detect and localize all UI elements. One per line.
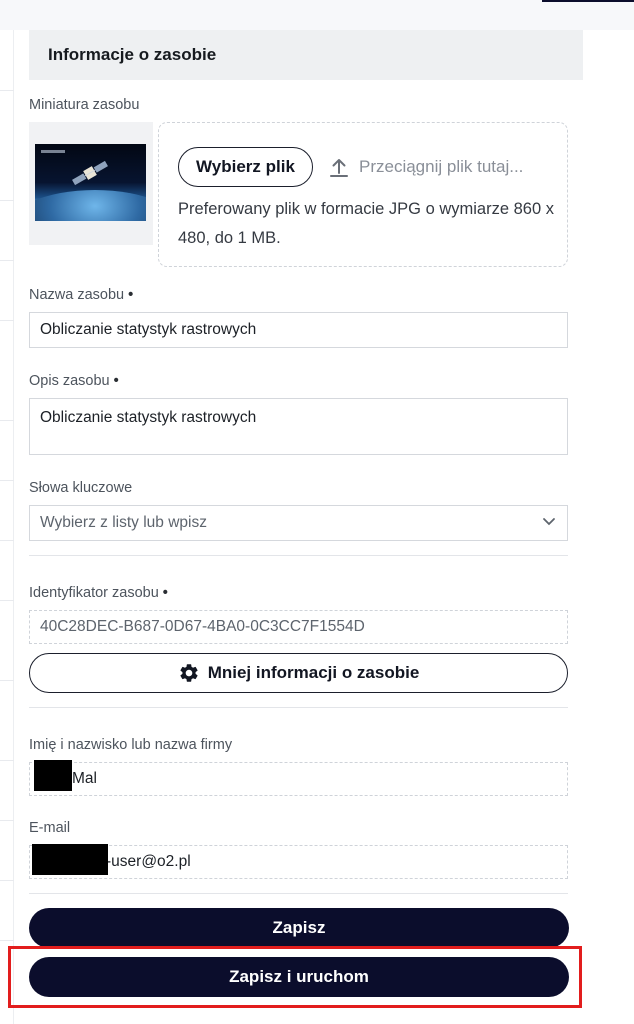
section-title: Informacje o zasobie (29, 30, 583, 80)
thumbnail-label: Miniatura zasobu (29, 97, 140, 113)
resource-description-textarea[interactable]: Obliczanie statystyk rastrowych (29, 398, 568, 455)
upload-icon (330, 159, 348, 177)
email-label: E-mail (29, 820, 71, 836)
keywords-label: Słowa kluczowe (29, 480, 133, 496)
choose-file-button[interactable]: Wybierz plik (178, 147, 313, 187)
description-label: Opis zasobu • (29, 373, 119, 389)
save-button[interactable]: Zapisz (29, 908, 569, 948)
gear-icon (180, 664, 198, 682)
less-info-button-label: Mniej informacji o zasobie (207, 663, 420, 682)
email-field[interactable]: -user@o2.pl (29, 845, 568, 879)
name-label: Nazwa zasobu • (29, 287, 134, 303)
active-tab-indicator (542, 0, 634, 2)
owner-label: Imię i nazwisko lub nazwa firmy (29, 737, 233, 753)
satellite-image (35, 144, 146, 221)
chevron-down-icon (543, 518, 555, 526)
owner-name-field[interactable]: Mal (29, 762, 568, 796)
divider (29, 555, 568, 556)
keywords-select[interactable]: Wybierz z listy lub wpisz (29, 505, 568, 541)
file-dropzone[interactable]: Wybierz plik Przeciągnij plik tutaj... P… (158, 122, 568, 267)
divider (29, 893, 568, 894)
divider (29, 707, 568, 708)
less-info-button[interactable]: Mniej informacji o zasobie (29, 653, 568, 693)
redaction-box (32, 844, 108, 875)
drag-drop-text: Przeciągnij plik tutaj... (359, 157, 524, 176)
file-hint: Preferowany plik w formacie JPG o wymiar… (178, 200, 554, 247)
identifier-label: Identyfikator zasobu • (29, 585, 168, 601)
thumbnail-preview (29, 122, 153, 245)
highlight-box (8, 946, 582, 1008)
left-gutter (0, 30, 14, 1024)
resource-name-input[interactable]: Obliczanie statystyk rastrowych (29, 312, 568, 348)
resource-info-panel: Informacje o zasobie Miniatura zasobu Wy… (15, 30, 600, 1024)
resource-identifier-field: 40C28DEC-B687-0D67-4BA0-0C3CC7F1554D (29, 610, 568, 644)
redaction-box (34, 760, 72, 791)
top-bar (0, 0, 634, 30)
